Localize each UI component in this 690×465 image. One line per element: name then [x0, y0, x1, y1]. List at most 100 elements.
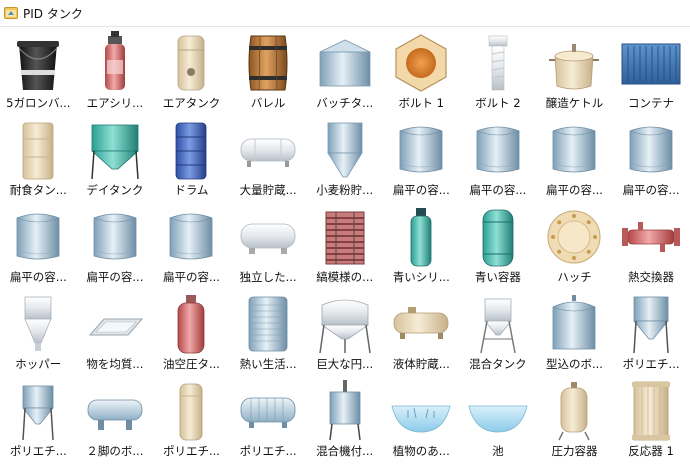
container-icon [621, 43, 681, 85]
hopper-icon [24, 296, 52, 351]
shape-label: 独立した... [239, 270, 297, 284]
shape-item[interactable]: バッチタ... [306, 30, 383, 117]
poly-cylinder-icon [180, 383, 203, 441]
shape-label: 青い容器 [474, 270, 521, 284]
shape-item[interactable]: 青い容器 [460, 204, 537, 291]
shape-item[interactable]: ドラム [153, 117, 230, 204]
poly-horizontal-icon [240, 397, 296, 428]
shape-label: コンテナ [628, 96, 675, 110]
bucket-icon [17, 41, 60, 90]
shape-item[interactable]: ポリエチ... [230, 378, 307, 465]
heat-exchanger-icon [622, 222, 681, 252]
shape-label: 植物のあ... [392, 444, 450, 458]
shape-item[interactable]: エアシリ... [77, 30, 154, 117]
shape-item[interactable]: 醸造ケトル [536, 30, 613, 117]
standalone-tank-icon [240, 223, 296, 254]
shape-item[interactable]: 反応器 1 [613, 378, 690, 465]
bolt-1-icon [395, 34, 447, 92]
brew-kettle-icon [549, 44, 600, 90]
shape-label: 扁平の容... [392, 183, 450, 197]
shape-label: ボルト 1 [398, 96, 444, 110]
shape-item[interactable]: 扁平の容... [460, 117, 537, 204]
shape-item[interactable]: 独立した... [230, 204, 307, 291]
shape-label: ボルト 2 [475, 96, 521, 110]
flat-vessel-icon [16, 213, 60, 260]
shape-label: 縞模様の... [316, 270, 374, 284]
shape-label: 池 [492, 444, 504, 458]
shape-item[interactable]: 耐食タン... [0, 117, 77, 204]
shape-item[interactable]: 熱い生活... [230, 291, 307, 378]
shape-label: 扁平の容... [9, 270, 67, 284]
flat-vessel-icon [476, 126, 520, 173]
shape-item[interactable]: 混合タンク [460, 291, 537, 378]
air-tank-icon [178, 35, 205, 91]
shape-item[interactable]: ポリエチ... [613, 291, 690, 378]
air-cylinder-icon [104, 31, 125, 90]
two-leg-vessel-icon [87, 399, 143, 430]
shape-item[interactable]: 青いシリ... [383, 204, 460, 291]
shape-label: ２脚のボ... [86, 444, 144, 458]
shape-item[interactable]: バレル [230, 30, 307, 117]
shape-item[interactable]: 物を均質... [77, 291, 154, 378]
reactor-icon [632, 381, 671, 441]
corrosion-resistant-tank-icon [22, 122, 54, 180]
shape-item[interactable]: ハッチ [536, 204, 613, 291]
shape-label: エアタンク [162, 96, 221, 110]
shape-label: 扁平の容... [622, 183, 680, 197]
shape-label: 反応器 1 [628, 444, 674, 458]
hatch-icon [547, 210, 601, 264]
large-cone-tank-icon [318, 299, 371, 354]
panel-titlebar[interactable]: PID タンク [0, 0, 690, 27]
shape-item[interactable]: 扁平の容... [77, 204, 154, 291]
shape-item[interactable]: 5ガロンバ... [0, 30, 77, 117]
shape-item[interactable]: ボルト 1 [383, 30, 460, 117]
flat-vessel-icon [553, 126, 596, 173]
shape-label: バレル [250, 96, 286, 110]
shape-item[interactable]: コンテナ [613, 30, 690, 117]
shape-item[interactable]: 扁平の容... [0, 204, 77, 291]
bolt-2-icon [488, 35, 508, 91]
shape-label: 圧力容器 [551, 444, 598, 458]
shape-item[interactable]: 圧力容器 [536, 378, 613, 465]
shape-item[interactable]: 池 [460, 378, 537, 465]
shape-item[interactable]: 型込のボ... [536, 291, 613, 378]
shape-item[interactable]: 縞模様の... [306, 204, 383, 291]
shape-label: 醸造ケトル [545, 96, 604, 110]
flat-vessel-icon [170, 213, 213, 260]
shape-label: バッチタ... [316, 96, 374, 110]
shape-item[interactable]: 液体貯蔵... [383, 291, 460, 378]
drum-icon [176, 122, 207, 180]
tray-icon [88, 318, 143, 336]
shape-label: 混合タンク [469, 357, 527, 371]
shape-item[interactable]: 小麦粉貯... [306, 117, 383, 204]
shape-item[interactable]: ポリエチ... [153, 378, 230, 465]
shape-label: 油空圧タ... [163, 357, 220, 371]
shape-item[interactable]: 扁平の容... [383, 117, 460, 204]
shape-label: ポリエチ... [239, 444, 297, 458]
poly-hopper-icon [22, 385, 55, 441]
shape-item[interactable]: 植物のあ... [383, 378, 460, 465]
shape-item[interactable]: 熱交換器 [613, 204, 690, 291]
shape-item[interactable]: 大量貯蔵... [230, 117, 307, 204]
shape-item[interactable]: 混合機付... [306, 378, 383, 465]
shape-item[interactable]: 扁平の容... [613, 117, 690, 204]
shape-label: ポリエチ... [163, 444, 220, 458]
shape-item[interactable]: 油空圧タ... [153, 291, 230, 378]
shape-item[interactable]: デイタンク [77, 117, 154, 204]
shape-item[interactable]: ポリエチ... [0, 378, 77, 465]
shape-item[interactable]: ２脚のボ... [77, 378, 154, 465]
striped-tank-icon [325, 211, 365, 265]
shape-item[interactable]: 扁平の容... [536, 117, 613, 204]
shape-item[interactable]: ボルト 2 [460, 30, 537, 117]
blue-vessel-icon [482, 209, 514, 267]
shape-label: ドラム [174, 183, 209, 197]
shape-item[interactable]: 扁平の容... [153, 204, 230, 291]
shape-label: 混合機付... [316, 444, 374, 458]
shape-item[interactable]: ホッパー [0, 291, 77, 378]
pressure-vessel-icon [558, 382, 591, 441]
shape-label: ホッパー [15, 357, 62, 371]
shape-item[interactable]: エアタンク [153, 30, 230, 117]
shape-label: 型込のボ... [545, 357, 603, 371]
panel-title: PID タンク [23, 6, 83, 21]
shape-item[interactable]: 巨大な円... [306, 291, 383, 378]
